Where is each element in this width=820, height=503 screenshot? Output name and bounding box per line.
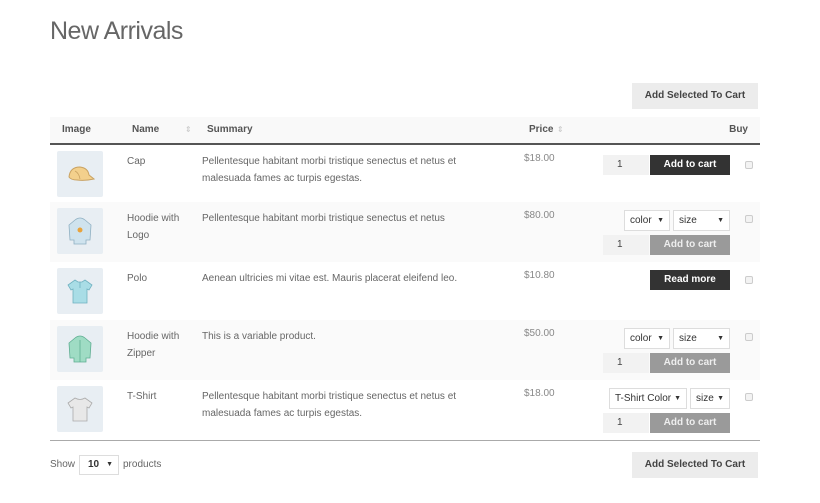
add-selected-to-cart-button-top[interactable]: Add Selected To Cart <box>632 83 758 109</box>
add-to-cart-button[interactable]: Add to cart <box>650 235 730 255</box>
table-row: Hoodie with Zipper This is a variable pr… <box>50 320 760 380</box>
table-row: Polo Aenean ultricies mi vitae est. Maur… <box>50 262 760 320</box>
product-price: $80.00 <box>524 210 555 221</box>
product-summary: Pellentesque habitant morbi tristique se… <box>202 388 492 422</box>
column-header-price[interactable]: Price <box>529 117 553 143</box>
show-label: Show <box>50 455 75 475</box>
dropdown-arrow-icon: ▼ <box>717 329 724 348</box>
product-thumbnail[interactable] <box>57 326 103 372</box>
product-name[interactable]: Hoodie with Zipper <box>127 328 191 362</box>
sort-icon[interactable]: ⇕ <box>185 117 192 143</box>
select-checkbox[interactable] <box>745 393 753 401</box>
select-checkbox[interactable] <box>745 276 753 284</box>
column-header-image: Image <box>62 117 91 143</box>
read-more-button[interactable]: Read more <box>650 270 730 290</box>
size-select[interactable]: size▼ <box>690 388 730 409</box>
table-footer-divider <box>50 440 760 441</box>
add-to-cart-button[interactable]: Add to cart <box>650 413 730 433</box>
color-select[interactable]: color ▼ <box>624 210 670 231</box>
color-select[interactable]: color ▼ <box>624 328 670 349</box>
tshirt-color-select-value: T-Shirt Color <box>615 393 671 404</box>
per-page-value: 10 <box>88 459 99 470</box>
product-name[interactable]: Polo <box>127 270 191 287</box>
per-page-select[interactable]: 10 ▼ <box>79 455 119 475</box>
tshirt-color-select[interactable]: T-Shirt Color▼ <box>609 388 687 409</box>
select-checkbox[interactable] <box>745 333 753 341</box>
table-row: T-Shirt Pellentesque habitant morbi tris… <box>50 380 760 441</box>
product-price: $50.00 <box>524 328 555 339</box>
products-table: Image Name ⇕ Summary Price ⇕ Buy Cap Pel… <box>50 117 760 441</box>
page-title: New Arrivals <box>50 17 183 46</box>
add-to-cart-button[interactable]: Add to cart <box>650 155 730 175</box>
hoodie-zipper-icon <box>66 334 94 364</box>
dropdown-arrow-icon: ▼ <box>657 329 664 348</box>
cap-icon <box>65 163 95 185</box>
column-header-buy: Buy <box>729 117 748 143</box>
dropdown-arrow-icon: ▼ <box>106 456 113 474</box>
product-thumbnail[interactable] <box>57 268 103 314</box>
product-name[interactable]: Cap <box>127 153 191 170</box>
sort-icon[interactable]: ⇕ <box>557 117 564 143</box>
column-header-name[interactable]: Name <box>132 117 159 143</box>
size-select-value: size <box>679 215 697 226</box>
product-thumbnail[interactable] <box>57 386 103 432</box>
product-thumbnail[interactable] <box>57 208 103 254</box>
dropdown-arrow-icon: ▼ <box>657 211 664 230</box>
size-select[interactable]: size ▼ <box>673 328 730 349</box>
table-row: Cap Pellentesque habitant morbi tristiqu… <box>50 145 760 202</box>
column-header-summary: Summary <box>207 117 253 143</box>
product-summary: Pellentesque habitant morbi tristique se… <box>202 210 492 227</box>
select-checkbox[interactable] <box>745 161 753 169</box>
product-name[interactable]: T-Shirt <box>127 388 191 405</box>
product-price: $18.00 <box>524 153 555 164</box>
color-select-value: color <box>630 333 652 344</box>
table-header: Image Name ⇕ Summary Price ⇕ Buy <box>50 117 760 145</box>
product-summary: Aenean ultricies mi vitae est. Mauris pl… <box>202 270 492 287</box>
product-price: $18.00 <box>524 388 555 399</box>
product-price: $10.80 <box>524 270 555 281</box>
dropdown-arrow-icon: ▼ <box>717 389 724 408</box>
tshirt-icon <box>66 395 94 423</box>
products-label: products <box>123 455 161 475</box>
dropdown-arrow-icon: ▼ <box>717 211 724 230</box>
size-select-value: size <box>696 393 714 404</box>
add-selected-to-cart-button-bottom[interactable]: Add Selected To Cart <box>632 452 758 478</box>
product-thumbnail[interactable] <box>57 151 103 197</box>
product-name[interactable]: Hoodie with Logo <box>127 210 191 244</box>
select-checkbox[interactable] <box>745 215 753 223</box>
size-select[interactable]: size ▼ <box>673 210 730 231</box>
polo-icon <box>66 277 94 305</box>
quantity-input[interactable]: 1 <box>603 353 649 373</box>
add-to-cart-button[interactable]: Add to cart <box>650 353 730 373</box>
quantity-input[interactable]: 1 <box>603 155 649 175</box>
quantity-input[interactable]: 1 <box>603 235 649 255</box>
quantity-input[interactable]: 1 <box>603 413 649 433</box>
product-summary: This is a variable product. <box>202 328 492 345</box>
hoodie-logo-icon <box>66 216 94 246</box>
product-summary: Pellentesque habitant morbi tristique se… <box>202 153 492 187</box>
dropdown-arrow-icon: ▼ <box>674 389 681 408</box>
size-select-value: size <box>679 333 697 344</box>
table-row: Hoodie with Logo Pellentesque habitant m… <box>50 202 760 262</box>
color-select-value: color <box>630 215 652 226</box>
